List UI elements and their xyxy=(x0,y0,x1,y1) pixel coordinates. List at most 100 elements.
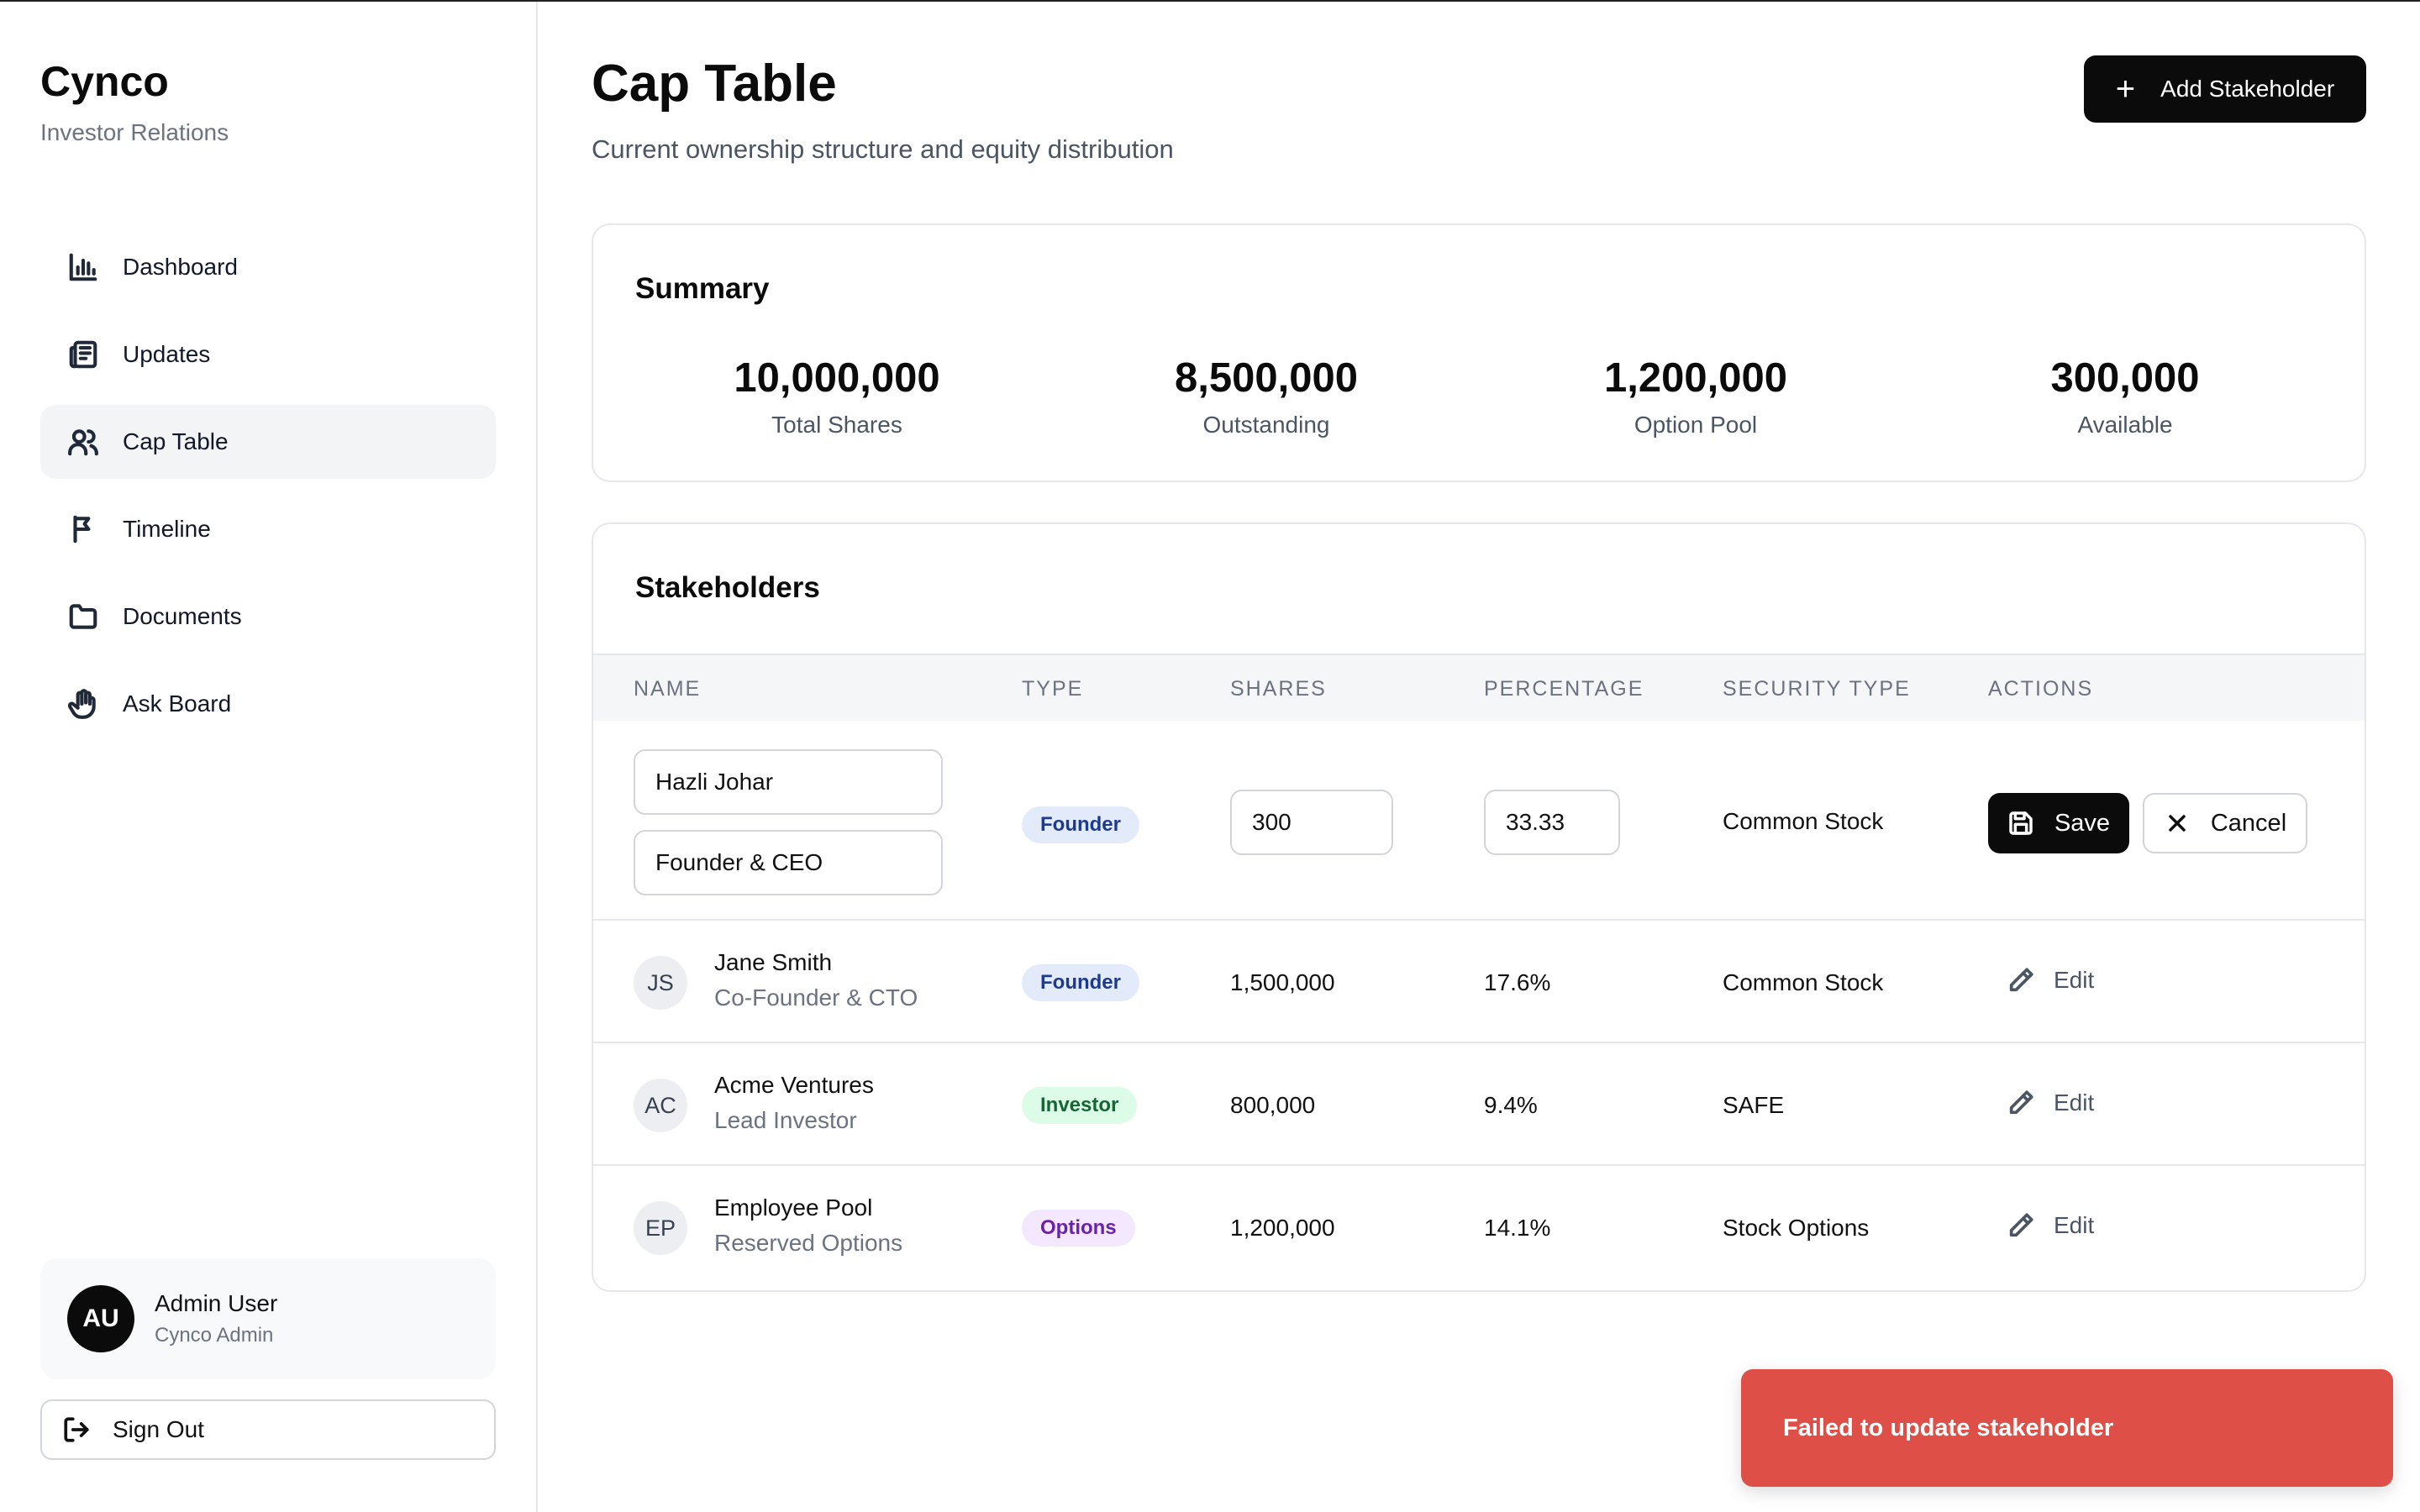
add-stakeholder-label: Add Stakeholder xyxy=(2160,76,2335,102)
summary-title: Summary xyxy=(635,272,770,305)
save-icon xyxy=(2009,811,2033,835)
stakeholder-title-input[interactable]: Founder & CEO xyxy=(634,830,943,895)
percentage-value: 9.4% xyxy=(1484,1092,1538,1118)
save-button[interactable]: Save xyxy=(1988,793,2129,853)
column-header-name: NAME xyxy=(634,677,702,701)
percentage-value: 17.6% xyxy=(1484,969,1551,995)
column-header-actions: ACTIONS xyxy=(1988,677,2094,701)
stat-value: 8,500,000 xyxy=(1175,355,1358,401)
type-badge: Options xyxy=(1022,1210,1135,1247)
column-header-shares: SHARES xyxy=(1230,677,1327,701)
stakeholder-name: Employee Pool xyxy=(714,1194,873,1221)
type-badge: Founder xyxy=(1022,964,1139,1001)
security-type: SAFE xyxy=(1723,1092,1785,1118)
stakeholder-title: Reserved Options xyxy=(714,1230,903,1256)
brand-name: Cynco xyxy=(40,58,169,105)
sidebar-item-label: Cap Table xyxy=(123,428,229,454)
avatar: AU xyxy=(67,1285,134,1352)
edit-label: Edit xyxy=(2054,1089,2095,1116)
sign-out-label: Sign Out xyxy=(113,1416,204,1442)
type-badge: Founder xyxy=(1022,806,1139,843)
stat-available: 300,000 Available xyxy=(1907,354,2344,438)
stakeholders-title: Stakeholders xyxy=(635,571,820,604)
avatar: EP xyxy=(634,1201,687,1255)
flag-icon xyxy=(73,515,91,543)
user-role: Cynco Admin xyxy=(155,1324,274,1347)
stat-label: Outstanding xyxy=(1202,412,1330,438)
sidebar-nav: Dashboard Updates Cap Table Timeline Doc… xyxy=(40,230,496,754)
column-header-percentage: PERCENTAGE xyxy=(1484,677,1644,701)
users-icon xyxy=(68,429,98,456)
save-label: Save xyxy=(2054,809,2111,837)
stakeholder-title: Co-Founder & CTO xyxy=(714,984,918,1011)
sidebar-item-ask-board[interactable]: Ask Board xyxy=(40,667,496,741)
security-type: Common Stock xyxy=(1723,808,1884,834)
sidebar-item-cap-table[interactable]: Cap Table xyxy=(40,405,496,479)
close-icon xyxy=(2169,815,2186,832)
sidebar-item-label: Updates xyxy=(123,341,211,367)
newspaper-icon xyxy=(69,340,97,369)
pencil-icon xyxy=(2009,1090,2033,1115)
sidebar-item-documents[interactable]: Documents xyxy=(40,580,496,654)
bar-chart-icon xyxy=(69,253,97,281)
user-card: AU Admin User Cynco Admin xyxy=(40,1258,496,1379)
summary-card: Summary 10,000,000 Total Shares 8,500,00… xyxy=(592,223,2366,482)
add-stakeholder-button[interactable]: + Add Stakeholder xyxy=(2084,55,2366,123)
stakeholder-name-input[interactable]: Hazli Johar xyxy=(634,749,943,815)
edit-label: Edit xyxy=(2054,1212,2095,1238)
shares-value: 1,500,000 xyxy=(1230,969,1335,995)
type-badge: Investor xyxy=(1022,1087,1138,1124)
sidebar: Cynco Investor Relations Dashboard Updat… xyxy=(0,2,538,1512)
stat-label: Available xyxy=(2077,412,2173,438)
stat-outstanding: 8,500,000 Outstanding xyxy=(1048,354,1485,438)
sidebar-item-timeline[interactable]: Timeline xyxy=(40,492,496,566)
sign-out-button[interactable]: Sign Out xyxy=(40,1399,496,1460)
stat-option-pool: 1,200,000 Option Pool xyxy=(1477,354,1914,438)
security-type: Common Stock xyxy=(1723,969,1884,995)
column-header-security-type: SECURITY TYPE xyxy=(1723,677,1911,701)
log-out-icon xyxy=(64,1417,89,1442)
stat-label: Option Pool xyxy=(1634,412,1758,438)
folder-icon xyxy=(69,604,97,629)
pencil-icon xyxy=(2009,1213,2033,1237)
table-row: JS Jane Smith Co-Founder & CTO Founder 1… xyxy=(593,919,2365,1042)
sidebar-item-dashboard[interactable]: Dashboard xyxy=(40,230,496,304)
stakeholder-name: Acme Ventures xyxy=(714,1072,874,1098)
column-header-type: TYPE xyxy=(1022,677,1084,701)
stat-total-shares: 10,000,000 Total Shares xyxy=(618,354,1055,438)
edit-button[interactable]: Edit xyxy=(2007,966,2094,995)
avatar: JS xyxy=(634,956,687,1010)
sidebar-item-label: Documents xyxy=(123,603,242,629)
table-row: EP Employee Pool Reserved Options Option… xyxy=(593,1164,2365,1287)
shares-value: 1,200,000 xyxy=(1230,1215,1335,1241)
sidebar-item-label: Timeline xyxy=(123,516,211,542)
brand-subtitle: Investor Relations xyxy=(40,119,229,145)
edit-button[interactable]: Edit xyxy=(2007,1089,2094,1117)
percentage-input[interactable]: 33.33 xyxy=(1484,790,1620,855)
stat-value: 10,000,000 xyxy=(734,355,940,401)
stat-label: Total Shares xyxy=(771,412,902,438)
page-title: Cap Table xyxy=(592,55,837,113)
cancel-label: Cancel xyxy=(2210,809,2287,837)
stakeholders-card: Stakeholders NAME TYPE SHARES PERCENTAGE… xyxy=(592,522,2366,1292)
shares-input[interactable]: 300 xyxy=(1230,790,1393,855)
stakeholder-name: Jane Smith xyxy=(714,949,833,975)
edit-button[interactable]: Edit xyxy=(2007,1211,2094,1240)
table-row-editing: Hazli Johar Founder & CEO Founder 300 33… xyxy=(593,721,2365,919)
security-type: Stock Options xyxy=(1723,1215,1870,1241)
sidebar-item-label: Ask Board xyxy=(123,690,232,717)
error-toast: Failed to update stakeholder xyxy=(1741,1369,2393,1487)
percentage-value: 14.1% xyxy=(1484,1215,1551,1241)
sidebar-item-label: Dashboard xyxy=(123,254,238,280)
plus-icon: + xyxy=(2115,71,2136,108)
avatar: AC xyxy=(634,1079,687,1132)
edit-label: Edit xyxy=(2054,967,2095,993)
table-header: NAME TYPE SHARES PERCENTAGE SECURITY TYP… xyxy=(593,654,2365,721)
sidebar-item-updates[interactable]: Updates xyxy=(40,318,496,391)
shares-value: 800,000 xyxy=(1230,1092,1316,1118)
table-row: AC Acme Ventures Lead Investor Investor … xyxy=(593,1042,2365,1164)
hand-icon xyxy=(67,689,96,719)
pencil-icon xyxy=(2009,968,2033,992)
stakeholder-title: Lead Investor xyxy=(714,1107,857,1133)
cancel-button[interactable]: Cancel xyxy=(2143,793,2307,853)
